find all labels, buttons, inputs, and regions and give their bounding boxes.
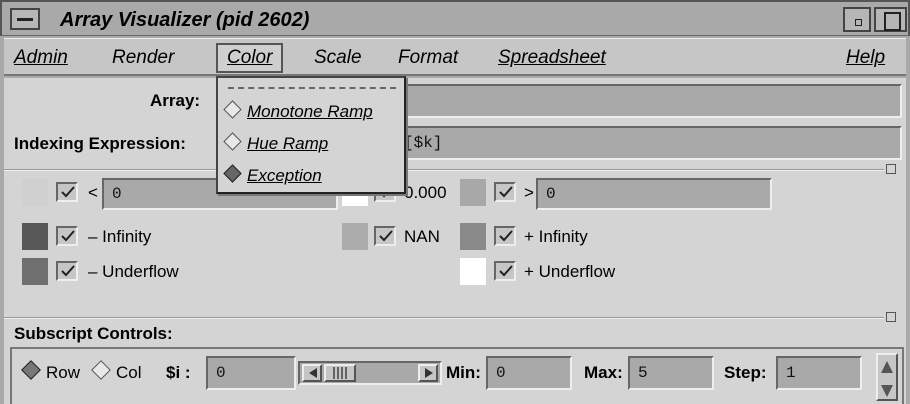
pos-infinity-label: + Infinity [524,227,588,246]
row-radio[interactable]: Row [21,360,81,383]
window-menu-button[interactable] [10,8,40,30]
subscript-controls-panel: Row Col $i : 0 Min: 0 Max: 5 Step: 1 [10,347,904,404]
menu-color[interactable]: Color [216,43,284,73]
slider-left-button[interactable] [302,364,322,382]
less-than-label: < [88,183,98,202]
menu-item-monotone-ramp[interactable]: Monotone Ramp [223,100,373,122]
neg-infinity-color-swatch[interactable] [22,223,48,250]
pos-infinity-checkbox[interactable] [494,226,516,246]
index-value-field[interactable]: 0 [206,356,296,390]
index-label: $i : [166,363,191,382]
menu-item-exception[interactable]: Exception [223,164,322,186]
menu-admin[interactable]: Admin [14,47,68,69]
greater-than-field[interactable]: 0 [536,178,772,210]
step-label: Step: [724,363,767,382]
checkmark-icon [499,265,513,277]
color-menu-dropdown: Monotone Ramp Hue Ramp Exception [216,76,406,194]
col-radio-label: Col [116,363,142,382]
nan-checkbox[interactable] [374,226,396,246]
row-radio-label: Row [46,363,81,382]
checkmark-icon [61,230,75,242]
step-spinner[interactable] [876,353,898,401]
greater-than-label: > [524,183,534,202]
window-menu-icon [17,18,33,21]
zero-value-label: 0.000 [404,183,447,202]
slider-thumb[interactable] [324,364,356,382]
greater-than-color-swatch[interactable] [460,179,486,206]
step-field[interactable]: 1 [776,356,862,390]
pos-underflow-label: + Underflow [524,262,616,281]
greater-than-checkbox[interactable] [494,182,516,202]
menu-format[interactable]: Format [398,47,458,69]
radio-diamond-icon [223,100,242,119]
title-bar: Array Visualizer (pid 2602) [0,0,910,36]
radio-diamond-selected-icon [223,164,242,183]
menu-scale[interactable]: Scale [314,47,362,69]
menu-spreadsheet-label: Spreadsheet [498,47,606,68]
menu-color-label: Color [227,47,273,68]
max-field[interactable]: 5 [628,356,714,390]
min-label: Min: [446,363,481,382]
menu-format-label: Format [398,47,459,68]
window-title: Array Visualizer (pid 2602) [60,9,310,31]
menu-render-label: Render [112,47,175,68]
array-label: Array: [150,91,201,110]
arrow-right-icon [425,368,433,378]
menu-scale-label: Scale [314,47,362,68]
minimize-icon [855,19,862,26]
menu-help[interactable]: Help [846,47,885,69]
menu-bar: Admin Render Color Scale Format Spreadsh… [4,38,906,76]
radio-diamond-icon [21,360,41,380]
pos-underflow-color-swatch[interactable] [460,258,486,285]
neg-infinity-checkbox[interactable] [56,226,78,246]
spinner-arrows-icon [881,361,893,397]
nan-label: NAN [404,227,440,246]
index-slider[interactable] [298,361,442,385]
subscript-controls-title: Subscript Controls: [14,324,173,343]
menu-render[interactable]: Render [112,47,174,69]
checkmark-icon [499,186,513,198]
arrow-left-icon [309,368,317,378]
less-than-color-swatch[interactable] [22,179,48,206]
menu-help-label: Help [846,47,886,68]
neg-underflow-color-swatch[interactable] [22,258,48,285]
checkmark-icon [61,186,75,198]
indexing-expression-label: Indexing Expression: [14,134,186,153]
pos-underflow-checkbox[interactable] [494,261,516,281]
checkmark-icon [379,230,393,242]
maximize-button[interactable] [874,7,907,32]
menu-item-hue-ramp-label: Hue Ramp [247,134,329,153]
menu-spreadsheet[interactable]: Spreadsheet [498,47,606,69]
menu-item-monotone-ramp-label: Monotone Ramp [247,102,373,121]
tear-off-line[interactable] [228,87,396,89]
less-than-checkbox[interactable] [56,182,78,202]
radio-diamond-icon [223,132,242,151]
pane-sash[interactable] [886,164,896,174]
divider [4,169,884,171]
pos-infinity-color-swatch[interactable] [460,223,486,250]
checkmark-icon [499,230,513,242]
pane-sash[interactable] [886,312,896,322]
main-panel: Array: Indexing Expression: [$k] < 0 0.0… [4,78,906,404]
checkmark-icon [61,265,75,277]
menu-admin-label: Admin [14,47,68,68]
nan-color-swatch[interactable] [342,223,368,250]
slider-right-button[interactable] [418,364,438,382]
divider [4,317,884,319]
min-field[interactable]: 0 [486,356,572,390]
minimize-button[interactable] [843,7,871,32]
menu-item-exception-label: Exception [247,166,322,185]
menu-item-hue-ramp[interactable]: Hue Ramp [223,132,329,154]
neg-underflow-checkbox[interactable] [56,261,78,281]
radio-diamond-icon [91,360,111,380]
col-radio[interactable]: Col [91,360,142,383]
max-label: Max: [584,363,623,382]
neg-underflow-label: – Underflow [88,262,179,281]
maximize-icon [884,12,901,31]
neg-infinity-label: – Infinity [88,227,152,246]
grip-icon [333,367,347,379]
